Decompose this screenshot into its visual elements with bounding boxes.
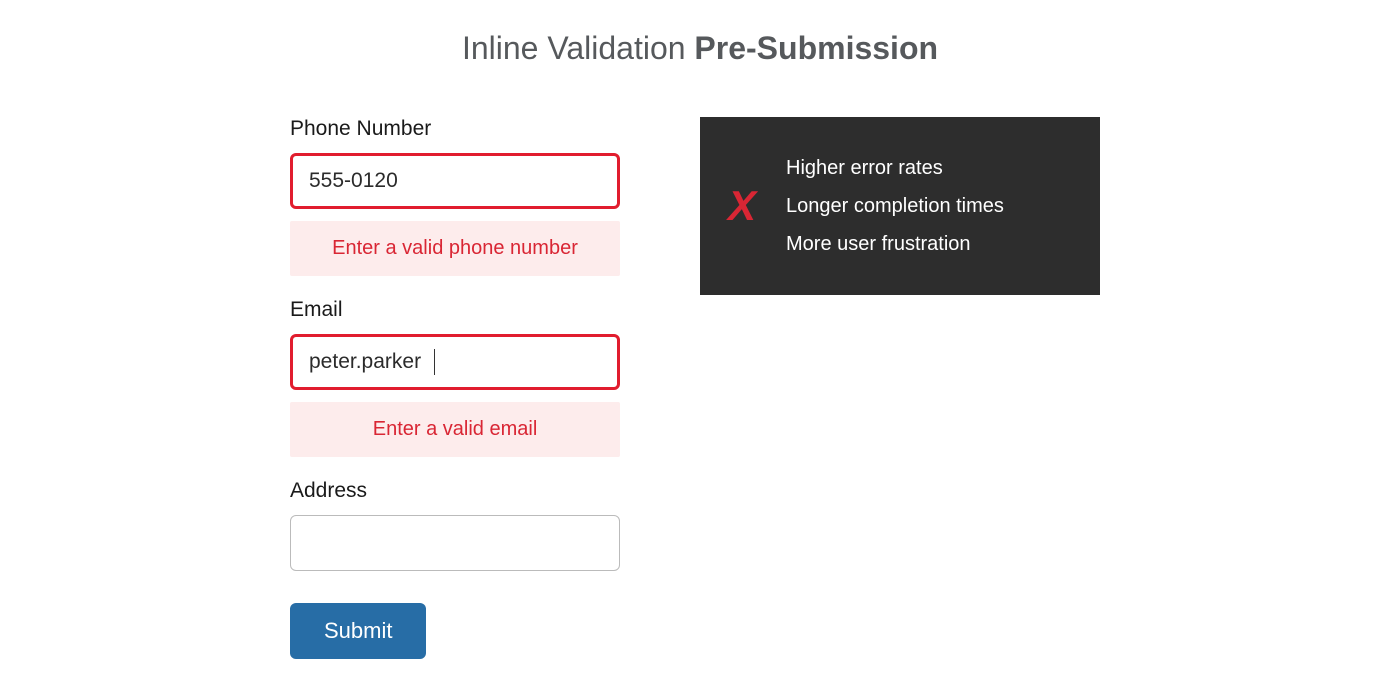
phone-label: Phone Number <box>290 117 620 141</box>
email-field-group: Email Enter a valid email <box>290 298 620 457</box>
submit-button[interactable]: Submit <box>290 603 426 659</box>
info-item: More user frustration <box>786 225 1004 263</box>
address-input[interactable] <box>290 515 620 571</box>
form: Phone Number Enter a valid phone number … <box>290 117 620 659</box>
email-error-message: Enter a valid email <box>290 402 620 457</box>
address-field-group: Address <box>290 479 620 571</box>
heading-light: Inline Validation <box>462 30 694 66</box>
info-card: X Higher error rates Longer completion t… <box>700 117 1100 295</box>
email-label: Email <box>290 298 620 322</box>
heading-bold: Pre-Submission <box>694 30 938 66</box>
info-list: Higher error rates Longer completion tim… <box>786 149 1004 263</box>
email-input[interactable] <box>290 334 620 390</box>
phone-input[interactable] <box>290 153 620 209</box>
address-label: Address <box>290 479 620 503</box>
phone-error-message: Enter a valid phone number <box>290 221 620 276</box>
info-item: Longer completion times <box>786 187 1004 225</box>
phone-field-group: Phone Number Enter a valid phone number <box>290 117 620 276</box>
page-title: Inline Validation Pre-Submission <box>462 30 938 67</box>
x-icon: X <box>728 182 756 230</box>
info-item: Higher error rates <box>786 149 1004 187</box>
